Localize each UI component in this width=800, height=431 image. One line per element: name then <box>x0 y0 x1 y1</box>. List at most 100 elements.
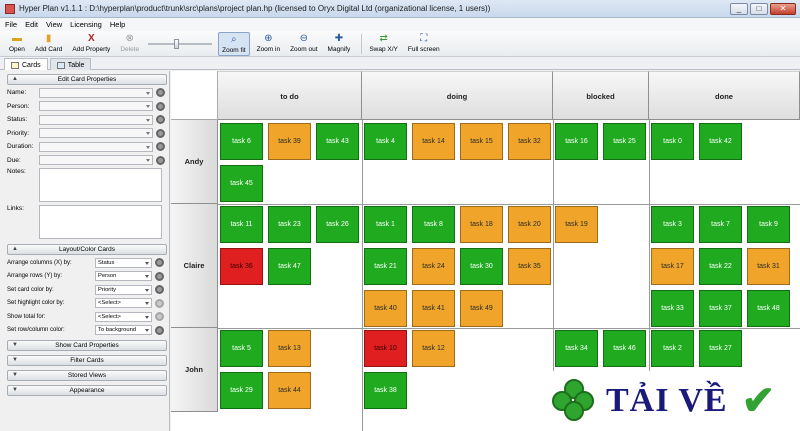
task-card[interactable]: task 2 <box>651 330 694 367</box>
highlight-color-select[interactable]: <Select> <box>95 298 152 309</box>
task-card[interactable]: task 29 <box>220 372 263 409</box>
task-card[interactable]: task 13 <box>268 330 311 367</box>
card-color-select[interactable]: Priority <box>95 284 152 295</box>
menu-help[interactable]: Help <box>110 20 125 29</box>
filter-cards-header[interactable]: ▼ Filter Cards <box>7 355 167 366</box>
task-card[interactable]: task 27 <box>699 330 742 367</box>
gear-icon[interactable] <box>156 101 165 111</box>
delete-button[interactable]: ⊗ Delete <box>117 32 142 56</box>
task-card[interactable]: task 31 <box>747 248 790 285</box>
task-card[interactable]: task 6 <box>220 123 263 160</box>
gear-icon[interactable] <box>155 325 164 335</box>
task-card[interactable]: task 12 <box>412 330 455 367</box>
row-header-andy[interactable]: Andy <box>171 120 218 204</box>
gear-icon[interactable] <box>155 298 164 308</box>
zoom-slider-thumb[interactable] <box>174 39 180 49</box>
zoom-slider[interactable] <box>146 32 214 56</box>
task-card[interactable]: task 16 <box>555 123 598 160</box>
task-card[interactable]: task 5 <box>220 330 263 367</box>
add-property-button[interactable]: X Add Property <box>69 32 113 56</box>
close-button[interactable]: ✕ <box>770 2 796 15</box>
gear-icon[interactable] <box>155 271 164 281</box>
task-card[interactable]: task 4 <box>364 123 407 160</box>
status-field[interactable] <box>39 114 153 125</box>
task-card[interactable]: task 45 <box>220 165 263 202</box>
gear-icon[interactable] <box>156 115 165 125</box>
task-card[interactable]: task 8 <box>412 206 455 243</box>
task-card[interactable]: task 40 <box>364 290 407 327</box>
task-card[interactable]: task 35 <box>508 248 551 285</box>
gear-icon[interactable] <box>156 128 165 138</box>
appearance-header[interactable]: ▼ Appearance <box>7 385 167 396</box>
priority-field[interactable] <box>39 128 153 139</box>
menu-file[interactable]: File <box>5 20 17 29</box>
task-card[interactable]: task 25 <box>603 123 646 160</box>
zoom-in-button[interactable]: ⊕ Zoom in <box>254 32 283 56</box>
column-header-blocked[interactable]: blocked <box>553 71 649 120</box>
gear-icon[interactable] <box>156 88 165 98</box>
task-card[interactable]: task 26 <box>316 206 359 243</box>
task-card[interactable]: task 46 <box>603 330 646 367</box>
task-card[interactable]: task 36 <box>220 248 263 285</box>
column-header-done[interactable]: done <box>649 71 800 120</box>
task-card[interactable]: task 3 <box>651 206 694 243</box>
task-card[interactable]: task 33 <box>651 290 694 327</box>
gear-icon[interactable] <box>155 312 164 322</box>
column-header-to-do[interactable]: to do <box>218 71 362 120</box>
due-field[interactable] <box>39 155 153 166</box>
arrange-rows-select[interactable]: Person <box>95 271 152 282</box>
magnify-button[interactable]: ✚ Magnify <box>325 32 354 56</box>
gear-icon[interactable] <box>155 258 164 268</box>
arrange-columns-select[interactable]: Status <box>95 257 152 268</box>
task-card[interactable]: task 43 <box>316 123 359 160</box>
task-card[interactable]: task 15 <box>460 123 503 160</box>
stored-views-header[interactable]: ▼ Stored Views <box>7 370 167 381</box>
row-column-color-select[interactable]: To background <box>95 325 152 336</box>
task-card[interactable]: task 20 <box>508 206 551 243</box>
swap-xy-button[interactable]: ⇄ Swap X/Y <box>366 32 401 56</box>
menu-view[interactable]: View <box>46 20 62 29</box>
links-field[interactable] <box>39 205 162 239</box>
task-card[interactable]: task 23 <box>268 206 311 243</box>
notes-field[interactable] <box>39 168 162 202</box>
menu-edit[interactable]: Edit <box>25 20 38 29</box>
task-card[interactable]: task 18 <box>460 206 503 243</box>
full-screen-button[interactable]: ⛶ Full screen <box>405 32 443 56</box>
layout-color-cards-header[interactable]: ▲ Layout/Color Cards <box>7 244 167 255</box>
zoom-fit-button[interactable]: ⌕ Zoom fit <box>218 32 250 56</box>
menu-licensing[interactable]: Licensing <box>70 20 102 29</box>
task-card[interactable]: task 21 <box>364 248 407 285</box>
task-card[interactable]: task 32 <box>508 123 551 160</box>
row-header-claire[interactable]: Claire <box>171 204 218 328</box>
zoom-out-button[interactable]: ⊖ Zoom out <box>287 32 320 56</box>
task-card[interactable]: task 34 <box>555 330 598 367</box>
gear-icon[interactable] <box>156 155 165 165</box>
gear-icon[interactable] <box>155 285 164 295</box>
task-card[interactable]: task 41 <box>412 290 455 327</box>
task-card[interactable]: task 1 <box>364 206 407 243</box>
task-card[interactable]: task 30 <box>460 248 503 285</box>
row-header-john[interactable]: John <box>171 328 218 412</box>
tab-cards[interactable]: Cards <box>4 58 48 70</box>
task-card[interactable]: task 49 <box>460 290 503 327</box>
task-card[interactable]: task 37 <box>699 290 742 327</box>
task-card[interactable]: task 22 <box>699 248 742 285</box>
column-header-doing[interactable]: doing <box>362 71 553 120</box>
task-card[interactable]: task 38 <box>364 372 407 409</box>
task-card[interactable]: task 48 <box>747 290 790 327</box>
minimize-button[interactable]: _ <box>730 2 748 15</box>
task-card[interactable]: task 42 <box>699 123 742 160</box>
person-field[interactable] <box>39 101 153 112</box>
task-card[interactable]: task 39 <box>268 123 311 160</box>
task-card[interactable]: task 0 <box>651 123 694 160</box>
task-card[interactable]: task 7 <box>699 206 742 243</box>
name-field[interactable] <box>39 87 153 98</box>
add-card-button[interactable]: ▮ Add Card <box>32 32 65 56</box>
tab-table[interactable]: Table <box>49 58 92 70</box>
task-card[interactable]: task 10 <box>364 330 407 367</box>
task-card[interactable]: task 11 <box>220 206 263 243</box>
edit-card-properties-header[interactable]: ▲ Edit Card Properties <box>7 74 167 85</box>
task-card[interactable]: task 24 <box>412 248 455 285</box>
open-button[interactable]: ▬ Open <box>6 32 28 56</box>
duration-field[interactable] <box>39 141 153 152</box>
